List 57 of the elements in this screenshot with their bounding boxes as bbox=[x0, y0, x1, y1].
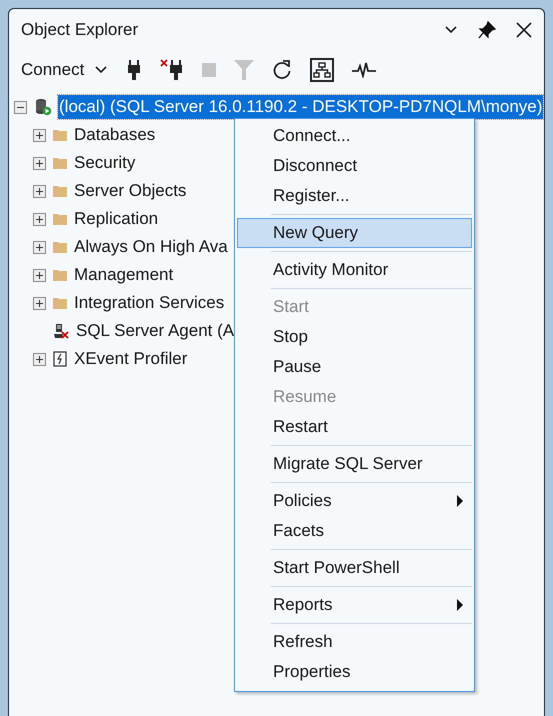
tree-node[interactable]: Databases bbox=[73, 123, 156, 147]
folder-icon bbox=[53, 241, 67, 253]
menu-item[interactable]: Refresh bbox=[237, 627, 472, 657]
plug-icon[interactable] bbox=[126, 59, 142, 81]
agent-stopped-icon bbox=[53, 323, 69, 339]
menu-item[interactable]: New Query bbox=[237, 218, 472, 248]
menu-item[interactable]: Properties bbox=[237, 657, 472, 687]
pulse-icon[interactable] bbox=[352, 62, 376, 78]
panel-title: Object Explorer bbox=[21, 20, 138, 40]
submenu-arrow-icon bbox=[457, 599, 463, 611]
menu-item[interactable]: Stop bbox=[237, 322, 472, 352]
profiler-icon bbox=[53, 351, 67, 367]
expand-icon[interactable] bbox=[33, 212, 46, 226]
server-node[interactable]: (local) (SQL Server 16.0.1190.2 - DESKTOP-PD7NQLM\monye) bbox=[58, 95, 544, 119]
chevron-down-icon[interactable] bbox=[444, 25, 458, 35]
menu-item[interactable]: Activity Monitor bbox=[237, 255, 472, 285]
expand-icon[interactable] bbox=[33, 156, 46, 170]
expand-icon[interactable] bbox=[33, 352, 46, 366]
tree-node[interactable]: SQL Server Agent (A bbox=[75, 319, 236, 343]
unplug-icon[interactable] bbox=[160, 59, 184, 81]
pin-icon[interactable] bbox=[478, 21, 496, 39]
menu-item[interactable]: Register... bbox=[237, 181, 472, 211]
tree-node[interactable]: Management bbox=[73, 263, 174, 287]
menu-item[interactable]: Start PowerShell bbox=[237, 553, 472, 583]
hierarchy-icon[interactable] bbox=[310, 58, 334, 82]
tree-node[interactable]: Security bbox=[73, 151, 136, 175]
menu-item[interactable]: Pause bbox=[237, 352, 472, 382]
folder-icon bbox=[53, 129, 67, 141]
folder-icon bbox=[53, 185, 67, 197]
menu-item[interactable]: Disconnect bbox=[237, 151, 472, 181]
tree-node[interactable]: Always On High Ava bbox=[73, 235, 229, 259]
expand-icon[interactable] bbox=[33, 184, 46, 198]
tree-node[interactable]: Replication bbox=[73, 207, 160, 231]
tree-node[interactable]: XEvent Profiler bbox=[73, 347, 188, 371]
menu-item[interactable]: Reports bbox=[237, 590, 472, 620]
caret-icon bbox=[94, 65, 108, 75]
collapse-icon[interactable] bbox=[14, 100, 27, 114]
expand-icon[interactable] bbox=[33, 296, 46, 310]
menu-item[interactable]: Policies bbox=[237, 486, 472, 516]
expand-icon[interactable] bbox=[33, 128, 46, 142]
tree-node[interactable]: Server Objects bbox=[73, 179, 188, 203]
folder-icon bbox=[53, 213, 67, 225]
expand-icon[interactable] bbox=[33, 240, 46, 254]
refresh-icon[interactable] bbox=[272, 60, 292, 80]
folder-icon bbox=[53, 297, 67, 309]
folder-icon bbox=[53, 157, 67, 169]
expand-icon[interactable] bbox=[33, 268, 46, 282]
menu-item[interactable]: Restart bbox=[237, 412, 472, 442]
submenu-arrow-icon bbox=[457, 495, 463, 507]
close-icon[interactable] bbox=[516, 22, 532, 38]
connect-dropdown[interactable]: Connect bbox=[21, 60, 108, 80]
menu-item[interactable]: Connect... bbox=[237, 121, 472, 151]
menu-item[interactable]: Migrate SQL Server bbox=[237, 449, 472, 479]
server-icon bbox=[34, 98, 52, 116]
folder-icon bbox=[53, 269, 67, 281]
tree-node[interactable]: Integration Services bbox=[73, 291, 226, 315]
menu-item[interactable]: Facets bbox=[237, 516, 472, 546]
